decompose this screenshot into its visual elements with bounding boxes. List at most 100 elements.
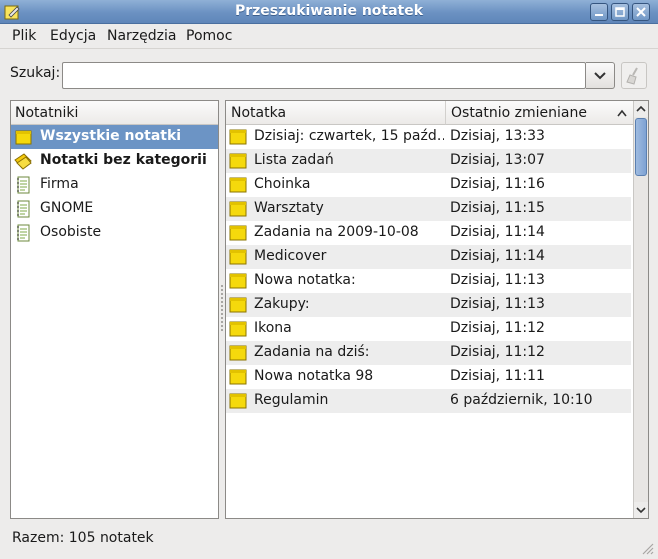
notebook-icon [17, 200, 30, 218]
note-icon [229, 249, 247, 265]
note-changed: Dzisiaj, 11:14 [450, 248, 545, 264]
note-changed: Dzisiaj, 11:12 [450, 320, 545, 336]
note-title: Warsztaty [254, 200, 324, 216]
note-row[interactable]: Lista zadań Dzisiaj, 13:07 [226, 149, 631, 173]
column-header-changed-label: Ostatnio zmieniane [451, 105, 587, 121]
chevron-down-icon [636, 507, 646, 514]
note-icon [229, 177, 247, 193]
note-title: Zadania na dziś: [254, 344, 370, 360]
note-changed: Dzisiaj, 11:11 [450, 368, 545, 384]
menu-plik[interactable]: Plik [12, 28, 36, 44]
notebook-osobiste[interactable]: Osobiste [11, 221, 218, 245]
note-title: Zadania na 2009-10-08 [254, 224, 419, 240]
notebook-firma[interactable]: Firma [11, 173, 218, 197]
note-row[interactable]: Choinka Dzisiaj, 11:16 [226, 173, 631, 197]
pane-splitter[interactable] [220, 285, 224, 333]
notebooks-list[interactable]: Notatniki Wszystkie notatki Notatki bez … [10, 100, 219, 519]
note-title: Regulamin [254, 392, 329, 408]
note-icon [229, 393, 247, 409]
note-row[interactable]: Nowa notatka: Dzisiaj, 11:13 [226, 269, 631, 293]
note-icon [229, 225, 247, 241]
status-text: Razem: 105 notatek [12, 530, 154, 546]
notebook-label: Osobiste [40, 224, 102, 240]
note-icon [229, 201, 247, 217]
note-changed: Dzisiaj, 11:13 [450, 296, 545, 312]
search-history-dropdown[interactable] [586, 62, 615, 89]
notebook-all-notes[interactable]: Wszystkie notatki [11, 125, 218, 149]
note-row[interactable]: Dzisiaj: czwartek, 15 paźd… Dzisiaj, 13:… [226, 125, 631, 149]
note-changed: Dzisiaj, 13:07 [450, 152, 545, 168]
notebook-label: Notatki bez kategorii [40, 152, 207, 168]
chevron-up-icon [636, 105, 646, 112]
search-input[interactable] [62, 62, 586, 89]
note-row[interactable]: Zadania na dziś: Dzisiaj, 11:12 [226, 341, 631, 365]
window-title: Przeszukiwanie notatek [234, 3, 424, 19]
minimize-icon [595, 14, 603, 16]
note-icon [229, 345, 247, 361]
clear-search-button[interactable] [621, 62, 647, 89]
note-icon [229, 129, 247, 145]
note-icon [229, 153, 247, 169]
note-title: Nowa notatka: [254, 272, 356, 288]
sort-ascending-icon [617, 109, 627, 117]
note-row[interactable]: Medicover Dzisiaj, 11:14 [226, 245, 631, 269]
close-icon [636, 7, 646, 17]
column-header-title[interactable]: Notatka [226, 101, 446, 125]
chevron-down-icon [594, 72, 606, 80]
menu-narzedzia[interactable]: Narzędzia [107, 28, 176, 44]
note-row[interactable]: Ikona Dzisiaj, 11:12 [226, 317, 631, 341]
note-icon [229, 321, 247, 337]
notebooks-header[interactable]: Notatniki [11, 101, 218, 125]
note-title: Dzisiaj: czwartek, 15 paźd… [254, 128, 444, 144]
note-title: Medicover [254, 248, 327, 264]
column-header-title-label: Notatka [231, 105, 287, 121]
notebook-uncategorized[interactable]: Notatki bez kategorii [11, 149, 218, 173]
minimize-button[interactable] [590, 3, 608, 21]
resize-grip-icon[interactable] [640, 541, 654, 555]
scroll-down-button[interactable] [634, 502, 648, 518]
note-title: Ikona [254, 320, 292, 336]
menu-pomoc[interactable]: Pomoc [186, 28, 232, 44]
note-title: Zakupy: [254, 296, 310, 312]
status-bar: Razem: 105 notatek [0, 520, 658, 559]
note-changed: Dzisiaj, 11:14 [450, 224, 545, 240]
scroll-up-button[interactable] [634, 101, 648, 117]
notebook-label: Firma [40, 176, 79, 192]
note-changed: 6 październik, 10:10 [450, 392, 593, 408]
notebook-gnome[interactable]: GNOME [11, 197, 218, 221]
maximize-button[interactable] [611, 3, 629, 21]
note-changed: Dzisiaj, 11:12 [450, 344, 545, 360]
search-label: Szukaj: [10, 65, 61, 81]
search-bar: Szukaj: [0, 48, 658, 98]
menu-edycja[interactable]: Edycja [50, 28, 96, 44]
notebook-label: Wszystkie notatki [40, 128, 182, 144]
scrollbar-thumb[interactable] [635, 118, 647, 176]
note-row[interactable]: Regulamin 6 październik, 10:10 [226, 389, 631, 413]
note-title: Choinka [254, 176, 311, 192]
maximize-icon [615, 7, 625, 17]
note-changed: Dzisiaj, 11:16 [450, 176, 545, 192]
note-title: Lista zadań [254, 152, 334, 168]
broom-icon [626, 67, 638, 85]
notebook-label: GNOME [40, 200, 94, 216]
note-changed: Dzisiaj, 11:13 [450, 272, 545, 288]
note-title: Nowa notatka 98 [254, 368, 374, 384]
note-row[interactable]: Warsztaty Dzisiaj, 11:15 [226, 197, 631, 221]
notes-list[interactable]: Notatka Ostatnio zmieniane Dzisiaj: czwa… [225, 100, 649, 519]
note-icon [229, 273, 247, 289]
note-icon [229, 369, 247, 385]
notes-scrollbar[interactable] [633, 101, 648, 518]
close-button[interactable] [632, 3, 650, 21]
notebook-icon [17, 176, 30, 194]
notebook-icon [17, 224, 30, 242]
menu-bar: Plik Edycja Narzędzia Pomoc [0, 24, 658, 48]
note-changed: Dzisiaj, 13:33 [450, 128, 545, 144]
note-row[interactable]: Zadania na 2009-10-08 Dzisiaj, 11:14 [226, 221, 631, 245]
note-row[interactable]: Nowa notatka 98 Dzisiaj, 11:11 [226, 365, 631, 389]
column-header-changed[interactable]: Ostatnio zmieniane [446, 101, 633, 125]
uncategorized-icon [14, 153, 32, 170]
title-bar[interactable]: Przeszukiwanie notatek [0, 0, 658, 24]
note-changed: Dzisiaj, 11:15 [450, 200, 545, 216]
note-row[interactable]: Zakupy: Dzisiaj, 11:13 [226, 293, 631, 317]
note-icon [229, 297, 247, 313]
